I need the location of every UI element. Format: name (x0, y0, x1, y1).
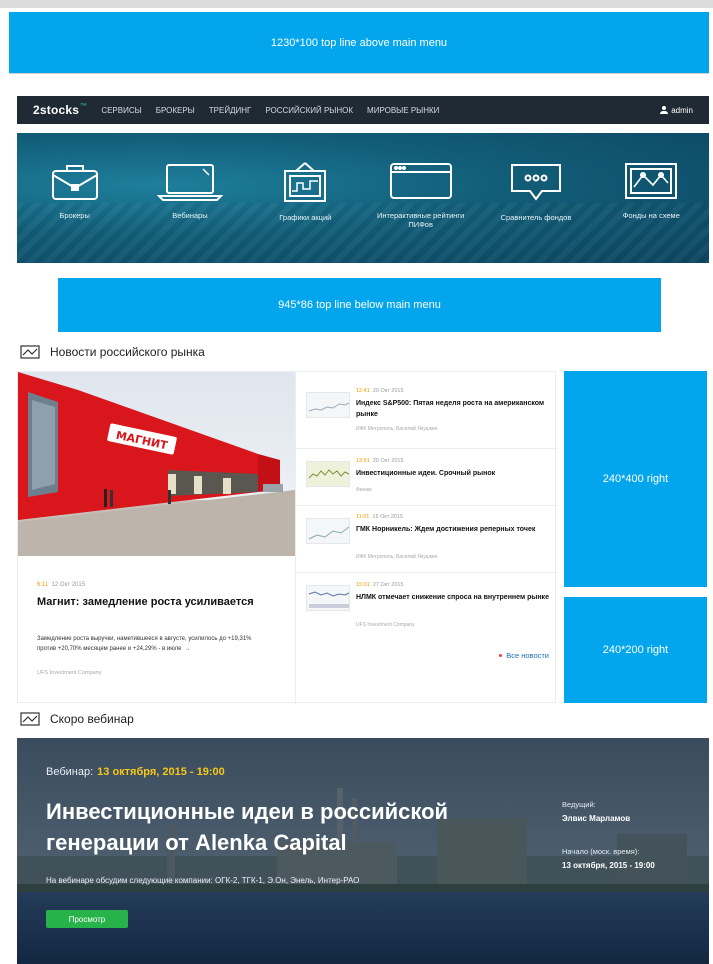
nav-item-russian-market[interactable]: РОССИЙСКИЙ РЫНОК (265, 106, 353, 115)
nav-item-brokers[interactable]: БРОКЕРЫ (156, 106, 195, 115)
section-title: Новости российского рынка (50, 345, 205, 359)
nav-item-world-markets[interactable]: МИРОВЫЕ РЫНКИ (367, 106, 439, 115)
start-label: Начало (моск. время): (562, 847, 640, 856)
briefcase-icon (51, 165, 98, 200)
page: 1230*100 top line above main menu 2stock… (0, 0, 713, 964)
line-chart-icon (625, 163, 678, 199)
ad-banner-below-menu[interactable]: 945*86 top line below main menu (58, 278, 661, 332)
user-menu[interactable]: admin (660, 106, 693, 115)
news-item-source: Финам (356, 487, 372, 493)
hero-label: Сравнитель фондов (500, 213, 572, 222)
news-item-source: ИФК Метрополь, Василий Якушкин (356, 426, 438, 432)
host-label: Ведущий: (562, 800, 596, 809)
hero-label: Графики акций (279, 213, 332, 222)
featured-news-image[interactable]: МАГНИТ (18, 372, 295, 556)
hero-item-fund-comparator[interactable]: Сравнитель фондов (486, 161, 586, 263)
ad-banner-right-small[interactable]: 240*200 right (564, 597, 707, 703)
host-name: Элвис Марламов (562, 814, 631, 823)
webinar-description: На вебинаре обсудим следующие компании: … (46, 876, 360, 885)
news-thumb (306, 585, 350, 611)
divider (9, 73, 709, 74)
hero-item-brokers[interactable]: Брокеры (25, 161, 125, 263)
news-item-title[interactable]: ГМК Норникель: Ждем достижения реперных … (356, 524, 552, 535)
main-menu: 2stocks™ СЕРВИСЫ БРОКЕРЫ ТРЕЙДИНГ РОССИЙ… (17, 96, 709, 124)
news-item-meta: 12:41 20 Окт 2015 (356, 388, 404, 394)
read-more-arrow-icon[interactable]: → (184, 646, 190, 652)
webinar-date: 13 октября, 2015 - 19:00 (97, 766, 225, 778)
news-thumb (306, 392, 350, 418)
webinar-title[interactable]: Инвестиционные идеи в российской генерац… (46, 796, 546, 858)
ad-banner-top[interactable]: 1230*100 top line above main menu (9, 12, 709, 73)
news-item-meta: 11:01 15 Окт 2015 (356, 514, 404, 520)
hero-label: Вебинары (172, 211, 208, 220)
chart-icon (20, 345, 40, 359)
news-thumb (306, 461, 350, 487)
news-item-meta: 15:01 27 Окт 2015 (356, 582, 404, 588)
news-item-title[interactable]: Инвестиционные идеи. Срочный рынок (356, 468, 552, 479)
webinar-label-line: Вебинар: 13 октября, 2015 - 19:00 (46, 766, 225, 778)
hero-label: Интерактивные рейтинги ПИФов (376, 211, 465, 229)
hero-label: Брокеры (59, 211, 90, 220)
chart-icon (20, 712, 40, 726)
browser-top-strip (0, 0, 713, 8)
section-title: Скоро вебинар (50, 712, 134, 726)
hero-item-charts[interactable]: Графики акций (255, 161, 355, 263)
webinar-banner: Вебинар: 13 октября, 2015 - 19:00 Инвести… (17, 738, 709, 964)
laptop-icon (156, 164, 223, 201)
news-item-title[interactable]: НЛМК отмечает снижение спроса на внутрен… (356, 592, 552, 603)
site-logo[interactable]: 2stocks™ (33, 103, 87, 117)
featured-news-meta: 6:11 12 Окт 2015 (37, 582, 86, 588)
ad-banner-right-large[interactable]: 240*400 right (564, 371, 707, 587)
chart-board-icon (284, 162, 327, 202)
services-hero: Брокеры Вебинары Графики акций Интеракти… (17, 133, 709, 263)
news-item-title[interactable]: Индекс S&P500: Пятая неделя роста на аме… (356, 398, 552, 420)
webinar-section-heading: Скоро вебинар (20, 712, 134, 726)
featured-news-source: UFS Investment Company (37, 670, 102, 676)
chat-bubble-icon (510, 164, 561, 201)
user-icon (660, 106, 669, 114)
news-item[interactable]: 13:51 20 Окт 2015 Инвестиционные идеи. С… (296, 449, 558, 506)
news-thumb (306, 518, 350, 544)
news-item-source: UFS Investment Company (356, 622, 415, 628)
bullet-icon (499, 654, 503, 657)
browser-window-icon (389, 163, 452, 199)
news-block: МАГНИТ 6:11 12 Окт 2015 Магнит: замедлен… (17, 371, 558, 704)
news-item-source: ИФК Метрополь, Василий Якушкин (356, 554, 438, 560)
hero-item-webinars[interactable]: Вебинары (140, 161, 240, 263)
featured-news-title[interactable]: Магнит: замедление роста усиливается (37, 593, 287, 612)
view-webinar-button[interactable]: Просмотр (46, 910, 128, 928)
start-value: 13 октября, 2015 - 19:00 (562, 861, 655, 870)
hero-label: Фонды на схеме (622, 211, 680, 220)
news-item[interactable]: 12:41 20 Окт 2015 Индекс S&P500: Пятая н… (296, 372, 558, 449)
news-list: 12:41 20 Окт 2015 Индекс S&P500: Пятая н… (295, 372, 558, 704)
news-item-meta: 13:51 20 Окт 2015 (356, 458, 404, 464)
username: admin (671, 105, 693, 115)
news-item[interactable]: 15:01 27 Окт 2015 НЛМК отмечает снижение… (296, 573, 558, 635)
all-news-link[interactable]: Все новости (499, 651, 549, 660)
hero-item-fund-ratings[interactable]: Интерактивные рейтинги ПИФов (371, 161, 471, 263)
news-item[interactable]: 11:01 15 Окт 2015 ГМК Норникель: Ждем до… (296, 506, 558, 573)
nav-item-trading[interactable]: ТРЕЙДИНГ (209, 106, 252, 115)
hero-item-funds-map[interactable]: Фонды на схеме (601, 161, 701, 263)
featured-news-text: Замедление роста выручки, наметившееся в… (37, 636, 252, 652)
news-section-heading: Новости российского рынка (20, 345, 205, 359)
nav-item-services[interactable]: СЕРВИСЫ (101, 106, 141, 115)
